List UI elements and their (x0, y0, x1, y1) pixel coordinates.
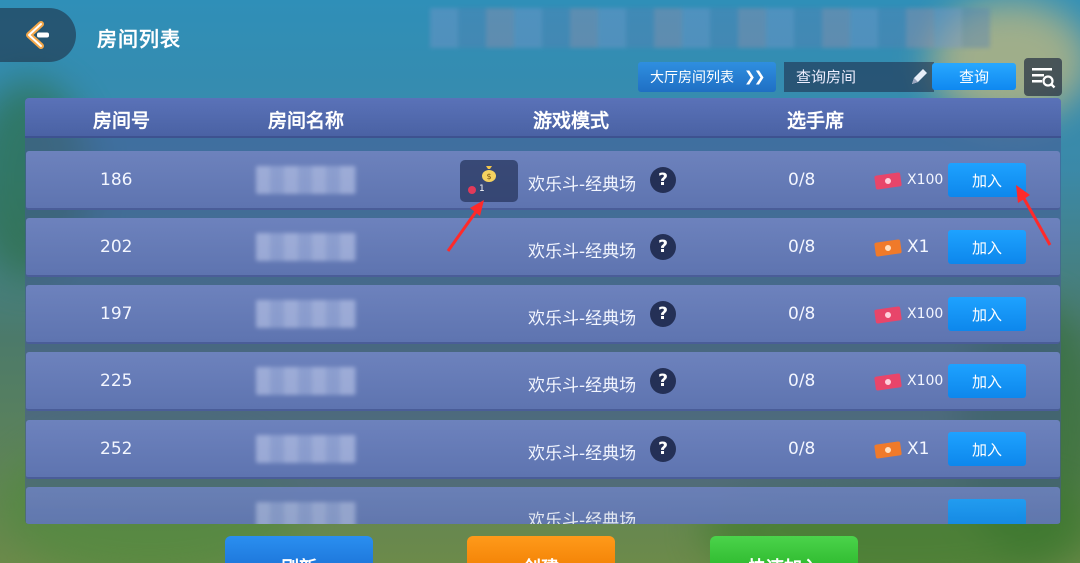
join-button[interactable]: 加入 (948, 297, 1026, 331)
room-id: 252 (100, 439, 133, 459)
svg-text:$: $ (486, 172, 491, 181)
room-name-blurred (256, 502, 356, 524)
table-row[interactable]: 252 欢乐斗-经典场 ? 0/8 X1 加入 (26, 420, 1060, 479)
seat-count: 0/8 (788, 170, 816, 190)
annotation-arrow-icon (446, 200, 484, 252)
question-icon[interactable]: ? (650, 436, 676, 462)
room-name-blurred (256, 435, 356, 463)
pixelated-banner (430, 8, 990, 48)
game-mode: 欢乐斗-经典场 (528, 175, 637, 195)
room-id: 197 (100, 304, 133, 324)
ticket-icon (874, 373, 902, 391)
game-mode: 欢乐斗-经典场 (528, 511, 637, 524)
game-mode: 欢乐斗-经典场 (528, 444, 637, 464)
game-mode: 欢乐斗-经典场 (528, 309, 637, 329)
table-row[interactable]: 186 $ 1 欢乐斗-经典场 ? 0/8 X100 加入 (26, 151, 1060, 210)
ticket-multiplier: X1 (907, 439, 930, 459)
ticket-icon (874, 239, 902, 257)
column-seats: 选手席 (787, 110, 845, 132)
question-icon[interactable]: ? (650, 301, 676, 327)
ticket-icon (874, 441, 902, 459)
table-row[interactable]: 197 欢乐斗-经典场 ? 0/8 X100 加入 (26, 285, 1060, 344)
question-icon[interactable]: ? (650, 167, 676, 193)
room-id: 186 (100, 170, 133, 190)
pencil-icon[interactable] (908, 66, 930, 88)
ticket-multiplier: X100 (907, 373, 944, 389)
column-game-mode: 游戏模式 (533, 110, 610, 132)
join-button[interactable] (948, 499, 1026, 524)
room-id: 225 (100, 371, 133, 391)
table-row[interactable]: 225 欢乐斗-经典场 ? 0/8 X100 加入 (26, 352, 1060, 411)
lobby-room-list-button[interactable]: 大厅房间列表 ❯❯ (638, 62, 776, 92)
game-mode: 欢乐斗-经典场 (528, 242, 637, 262)
table-header: 房间号 房间名称 游戏模式 选手席 (25, 98, 1061, 138)
room-name-blurred (256, 233, 356, 261)
annotation-arrow-icon (1016, 185, 1052, 246)
double-chevron-right-icon: ❯❯ (744, 69, 766, 85)
prize-count: 1 (479, 184, 485, 194)
column-room-id: 房间号 (93, 110, 151, 132)
room-name-blurred (256, 166, 356, 194)
column-room-name: 房间名称 (268, 110, 345, 132)
create-room-button[interactable]: 创建 (467, 536, 615, 563)
join-button[interactable]: 加入 (948, 432, 1026, 466)
list-search-button[interactable] (1024, 58, 1062, 96)
ticket-icon (874, 172, 902, 190)
lobby-room-list-label: 大厅房间列表 (650, 70, 734, 86)
room-id: 202 (100, 237, 133, 257)
search-button[interactable]: 查询 (932, 63, 1016, 90)
question-icon[interactable]: ? (650, 234, 676, 260)
ticket-multiplier: X1 (907, 237, 930, 257)
seat-count: 0/8 (788, 439, 816, 459)
question-icon[interactable]: ? (650, 368, 676, 394)
list-search-icon (1032, 68, 1056, 89)
money-bag-icon: $ (482, 166, 496, 182)
quick-join-button[interactable]: 快速加入 (710, 536, 858, 563)
game-mode: 欢乐斗-经典场 (528, 376, 637, 396)
table-row[interactable]: 202 欢乐斗-经典场 ? 0/8 X1 加入 (26, 218, 1060, 277)
seat-count: 0/8 (788, 371, 816, 391)
seat-count: 0/8 (788, 304, 816, 324)
join-button[interactable]: 加入 (948, 364, 1026, 398)
back-arrow-icon (26, 21, 49, 49)
table-row[interactable]: 欢乐斗-经典场 (26, 487, 1060, 524)
gem-icon (468, 186, 476, 194)
room-list-panel[interactable]: 房间号 房间名称 游戏模式 选手席 186 $ 1 欢乐斗-经典场 ? 0/8 … (25, 98, 1061, 524)
page-title: 房间列表 (97, 27, 181, 51)
seat-count: 0/8 (788, 237, 816, 257)
back-button[interactable] (0, 8, 76, 62)
refresh-button[interactable]: 刷新 (225, 536, 373, 563)
ticket-multiplier: X100 (907, 172, 944, 188)
ticket-icon (874, 306, 902, 324)
room-name-blurred (256, 300, 356, 328)
room-name-blurred (256, 367, 356, 395)
ticket-multiplier: X100 (907, 306, 944, 322)
